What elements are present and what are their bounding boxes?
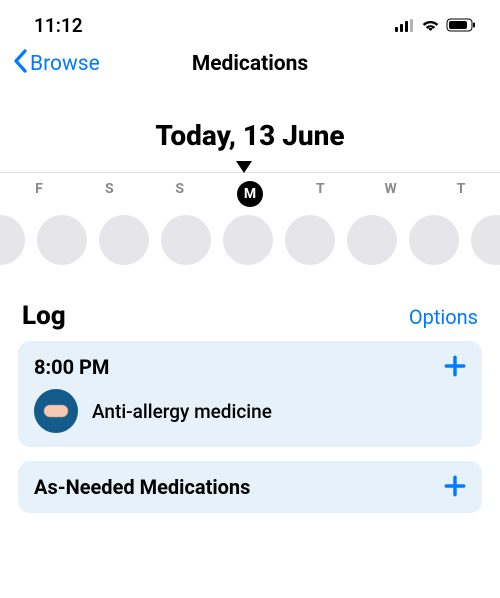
log-title: Log	[22, 301, 66, 331]
day-label-0[interactable]: F	[26, 181, 52, 207]
day-circles[interactable]	[0, 213, 500, 283]
navigation-bar: Browse Medications	[0, 45, 500, 89]
as-needed-card[interactable]: As-Needed Medications	[18, 461, 482, 513]
day-label-2[interactable]: S	[167, 181, 193, 207]
add-as-needed-button[interactable]	[442, 473, 468, 503]
day-labels: F S S M T W T	[0, 173, 500, 213]
log-header: Log Options	[0, 283, 500, 341]
date-header: Today, 13 June	[0, 119, 500, 152]
day-label-active[interactable]: M	[237, 181, 263, 207]
day-circle[interactable]	[37, 215, 87, 265]
day-label-1[interactable]: S	[96, 181, 122, 207]
triangle-down-icon	[236, 158, 252, 177]
day-label-6[interactable]: T	[448, 181, 474, 207]
status-bar: 11:12	[0, 0, 500, 45]
day-circle[interactable]	[0, 215, 25, 265]
page-title: Medications	[192, 52, 308, 76]
add-medication-button[interactable]	[442, 353, 468, 383]
day-label-4[interactable]: T	[307, 181, 333, 207]
chevron-left-icon	[12, 49, 28, 79]
day-circle[interactable]	[471, 215, 500, 265]
day-circle[interactable]	[161, 215, 211, 265]
medication-row[interactable]: Anti-allergy medicine	[34, 389, 466, 433]
medication-name: Anti-allergy medicine	[92, 400, 272, 423]
status-icons	[395, 14, 476, 37]
scheduled-time: 8:00 PM	[34, 355, 466, 379]
cellular-icon	[395, 14, 415, 37]
pill-icon	[34, 389, 78, 433]
pointer-row	[0, 158, 500, 172]
day-circle[interactable]	[285, 215, 335, 265]
status-time: 11:12	[34, 14, 83, 37]
day-circle[interactable]	[347, 215, 397, 265]
battery-icon	[446, 14, 476, 37]
back-button[interactable]: Browse	[12, 49, 100, 79]
day-label-5[interactable]: W	[378, 181, 404, 207]
scheduled-card[interactable]: 8:00 PM Anti-allergy medicine	[18, 341, 482, 447]
day-circle[interactable]	[409, 215, 459, 265]
day-circle[interactable]	[99, 215, 149, 265]
options-button[interactable]: Options	[409, 305, 478, 329]
wifi-icon	[421, 14, 440, 37]
back-label: Browse	[30, 52, 100, 76]
day-circle[interactable]	[223, 215, 273, 265]
as-needed-title: As-Needed Medications	[34, 475, 250, 499]
